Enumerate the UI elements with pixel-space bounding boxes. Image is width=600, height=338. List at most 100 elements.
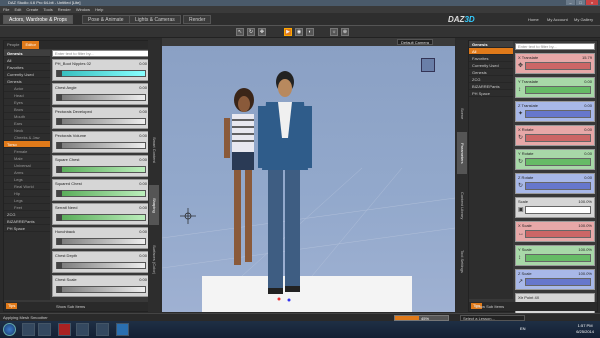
category-item[interactable]: Neck <box>4 127 50 134</box>
app-icon[interactable] <box>116 323 129 336</box>
opera-icon[interactable] <box>58 323 71 336</box>
slider-value[interactable]: 100.0% <box>578 270 592 277</box>
slider-value[interactable]: 0.00 <box>139 277 147 282</box>
slider-value[interactable]: 100.0% <box>578 222 592 229</box>
render-tool-icon[interactable]: ▶ <box>284 28 292 36</box>
slider-track[interactable] <box>56 190 146 197</box>
slider-track[interactable] <box>56 166 146 173</box>
morph-slider[interactable]: Pectorals Volume 0.00 <box>52 131 150 153</box>
slider-track[interactable] <box>525 62 591 70</box>
category-item[interactable]: Eyes <box>4 99 50 106</box>
category-item[interactable]: Male <box>4 155 50 162</box>
slider-value[interactable]: 0.00 <box>139 157 147 162</box>
filter-input[interactable]: Enter text to filter by... <box>515 43 595 50</box>
morph-slider[interactable]: Hunchback 0.00 <box>52 227 150 249</box>
tab-parameters[interactable]: Parameters <box>457 132 467 174</box>
category-item[interactable]: BIZARREPants <box>4 218 50 225</box>
category-item[interactable]: Universal <box>4 162 50 169</box>
category-item[interactable]: Currently Used <box>4 71 50 78</box>
slider-knob[interactable] <box>57 286 62 293</box>
rotate-tool-icon[interactable]: ↻ <box>247 28 255 36</box>
spot-render-icon[interactable]: ◉ <box>295 28 303 36</box>
slider-value[interactable]: 0.00 <box>584 126 592 133</box>
slider-value[interactable]: 15.79 <box>582 54 592 61</box>
tab-scene[interactable]: Scene <box>457 100 467 128</box>
slider-track[interactable] <box>56 286 146 293</box>
tab-editor[interactable]: Editor <box>22 41 39 49</box>
slider-value[interactable]: 0.00 <box>139 61 147 66</box>
category-item[interactable]: Legs <box>4 176 50 183</box>
slider-value[interactable]: 0.00 <box>584 174 592 181</box>
media-icon[interactable] <box>76 323 89 336</box>
morph-slider[interactable]: PH_Boot Nipples 02 0.00 <box>52 59 150 81</box>
tab-shaping[interactable]: Shaping <box>149 185 159 225</box>
slider-value[interactable]: 0.00 <box>139 253 147 258</box>
menu-render[interactable]: Render <box>58 6 71 13</box>
slider-value[interactable]: 0.00 <box>139 229 147 234</box>
slider-track[interactable] <box>525 206 591 214</box>
slider-track[interactable] <box>525 110 591 118</box>
tree-item[interactable]: Genesis <box>469 41 513 48</box>
link-my-account[interactable]: My Account <box>547 17 568 22</box>
tab-people[interactable]: People <box>4 41 22 49</box>
menu-window[interactable]: Window <box>76 6 90 13</box>
slider-track[interactable] <box>525 254 591 262</box>
slider-knob[interactable] <box>57 214 62 221</box>
slider-track[interactable] <box>525 230 591 238</box>
slider-knob[interactable] <box>57 70 62 77</box>
move-tool-icon[interactable]: ✥ <box>258 28 266 36</box>
tab-smart-content[interactable]: Smart Content <box>149 120 159 180</box>
tree-item[interactable]: Favorites <box>469 55 513 62</box>
category-item[interactable]: PH Space <box>4 225 50 232</box>
transform-slider[interactable]: Z Scale 100.0% ↗ <box>515 269 595 290</box>
slider-value[interactable]: 100.0% <box>578 198 592 205</box>
menu-create[interactable]: Create <box>26 6 38 13</box>
slider-knob[interactable] <box>57 118 62 125</box>
menu-file[interactable]: File <box>3 6 9 13</box>
slider-track[interactable] <box>525 158 591 166</box>
daz-studio-icon[interactable] <box>96 323 109 336</box>
tab-actors-wardrobe-props[interactable]: Actors, Wardrobe & Props <box>3 15 73 24</box>
menu-edit[interactable]: Edit <box>14 6 21 13</box>
slider-knob[interactable] <box>57 238 62 245</box>
category-item[interactable]: Genesis <box>4 50 50 57</box>
tree-item[interactable]: Genesis <box>469 69 513 76</box>
tab-pose-animate[interactable]: Pose & Animate <box>82 15 130 24</box>
slider-track[interactable] <box>56 214 146 221</box>
category-item[interactable]: All <box>4 57 50 64</box>
morph-slider[interactable]: Chest Angle 0.00 <box>52 83 150 105</box>
slider-value[interactable]: 0.00 <box>139 85 147 90</box>
select-tool-icon[interactable]: ↖ <box>236 28 244 36</box>
ie-icon[interactable] <box>22 323 35 336</box>
tree-item[interactable]: ZCG <box>469 76 513 83</box>
morph-slider[interactable]: Chest Scale 0.00 <box>52 275 150 297</box>
category-item[interactable]: ZCG <box>4 211 50 218</box>
slider-track[interactable] <box>525 278 591 286</box>
slider-value[interactable]: 100.0% <box>578 246 592 253</box>
maximize-button[interactable]: □ <box>576 0 585 5</box>
category-item[interactable]: Genesis <box>4 78 50 85</box>
slider-knob[interactable] <box>57 94 62 101</box>
transform-slider[interactable]: Z Rotate 0.00 ↻ <box>515 173 595 194</box>
slider-track[interactable] <box>525 86 591 94</box>
transform-slider[interactable]: Y Scale 100.0% ↕ <box>515 245 595 266</box>
slider-value[interactable]: 0.00 <box>584 150 592 157</box>
category-item[interactable]: Feet <box>4 204 50 211</box>
filter-input[interactable]: Enter text to filter by... <box>52 50 150 57</box>
slider-value[interactable]: 0.00 <box>139 181 147 186</box>
transform-slider[interactable]: Z Translate 0.00 ✦ <box>515 101 595 122</box>
category-item[interactable]: Brow <box>4 106 50 113</box>
language-indicator[interactable]: EN <box>520 326 526 331</box>
minimize-button[interactable]: – <box>566 0 575 5</box>
close-button[interactable]: × <box>586 0 598 5</box>
scale-tool-icon[interactable]: ⊕ <box>341 28 349 36</box>
tab-render[interactable]: Render <box>183 15 212 24</box>
tree-item-selected[interactable]: All <box>469 48 513 55</box>
menu-help[interactable]: Help <box>95 6 103 13</box>
tips-button[interactable]: Tips <box>6 303 18 309</box>
slider-track[interactable] <box>525 134 591 142</box>
category-item[interactable]: Female <box>4 148 50 155</box>
transform-slider[interactable]: X Rotate 0.00 ↻ <box>515 125 595 146</box>
category-item-selected[interactable]: Torso <box>4 141 50 148</box>
clock[interactable]: 1:57 PM 6/25/2014 <box>576 323 594 335</box>
